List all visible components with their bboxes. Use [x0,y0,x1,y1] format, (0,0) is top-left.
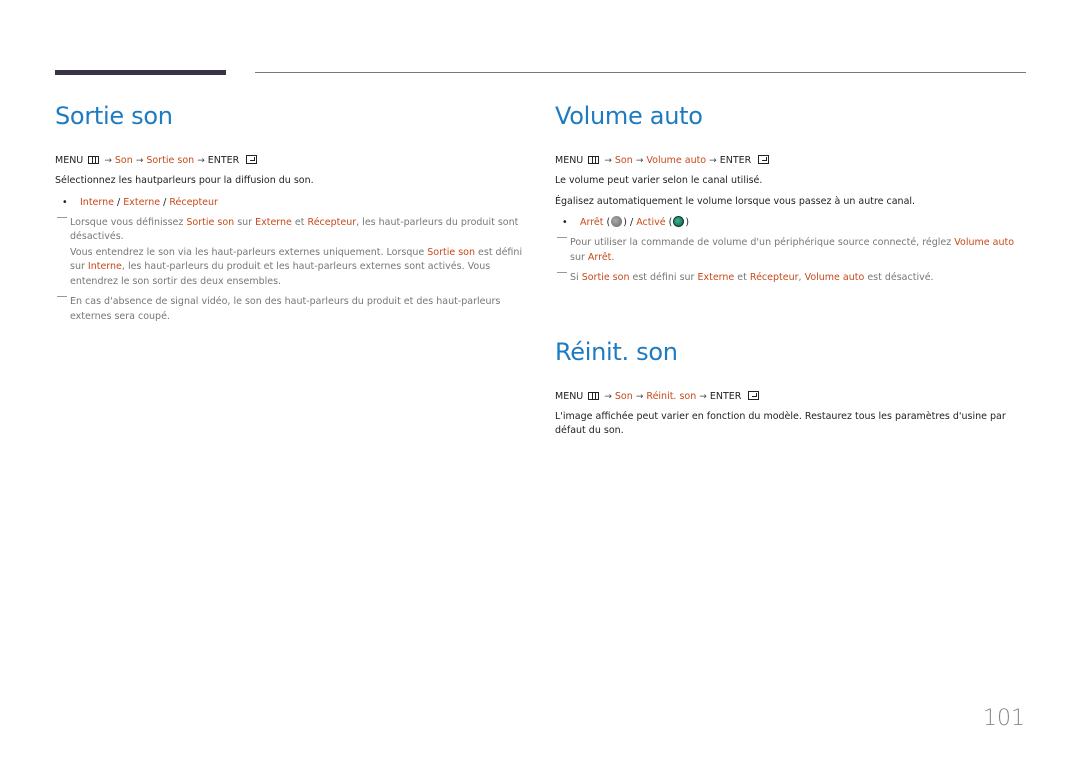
header-rule [255,72,1026,73]
enter-label: ENTER [207,155,240,166]
section-reinit-son: Réinit. son MENU → Son → Réinit. son → E… [555,336,1025,439]
path-item: Réinit. son [646,390,697,402]
path-son: Son [114,155,133,166]
arrow-icon: → [104,156,112,166]
note-dash-icon [57,296,67,297]
description: Le volume peut varier selon le canal uti… [555,175,763,186]
menu-label: MENU [555,155,584,166]
option-recepteur: Récepteur [169,196,218,208]
note: Si Sortie son est défini sur Externe et … [555,271,1025,286]
toggle-on-icon [673,216,685,227]
menu-icon [88,156,100,164]
enter-label: ENTER [709,390,742,402]
option-externe: Externe [123,196,161,208]
section-title: Sortie son [55,102,173,130]
options-list: Interne / Externe / Récepteur [55,196,525,210]
option-interne: Interne [80,196,114,208]
menu-icon [588,156,600,164]
arrow-icon: → [709,156,717,166]
enter-icon [246,155,258,164]
arrow-icon: → [635,156,644,166]
note-dash-icon [557,237,567,238]
menu-path: MENU → Son → Volume auto → ENTER [555,154,1025,168]
option-active: Activé [636,217,666,228]
note: En cas d'absence de signal vidéo, le son… [55,295,525,324]
arrow-icon: → [635,391,644,402]
page-number: 101 [983,706,1025,731]
note-dash-icon [57,216,67,218]
enter-icon [748,390,760,400]
note-dash-icon [557,272,567,273]
section-title: Réinit. son [555,337,678,366]
description: Égalisez automatiquement le volume lorsq… [555,195,916,207]
enter-label: ENTER [719,155,752,166]
arrow-icon: → [604,156,612,166]
menu-icon [588,391,600,400]
option-arret: Arrêt [580,217,604,228]
menu-label: MENU [555,390,584,402]
section-sortie-son: Sortie son MENU → Son → Sortie son → ENT… [55,100,525,324]
arrow-icon: → [604,391,612,402]
arrow-icon: → [135,156,144,166]
menu-label: MENU [55,155,84,166]
menu-path: MENU → Son → Réinit. son → ENTER [555,390,1025,404]
path-item: Sortie son [146,155,195,166]
path-son: Son [614,155,633,166]
path-item: Volume auto [646,155,707,166]
section-title: Volume auto [555,102,703,130]
description: Sélectionnez les hautparleurs pour la di… [55,175,314,186]
arrow-icon: → [197,156,205,166]
note: Lorsque vous définissez Sortie son sur E… [55,216,525,290]
enter-icon [758,155,770,164]
toggle-off-icon [611,216,623,227]
right-column: Volume auto MENU → Son → Volume auto → E… [555,100,1025,439]
menu-path: MENU → Son → Sortie son → ENTER [55,154,525,168]
options-list: Arrêt () / Activé () [555,216,1025,230]
path-son: Son [614,390,633,402]
header-accent-bar [55,70,226,75]
description: L'image affichée peut varier en fonction… [555,410,1006,437]
section-volume-auto: Volume auto MENU → Son → Volume auto → E… [555,100,1025,286]
arrow-icon: → [699,391,707,402]
note: Pour utiliser la commande de volume d'un… [555,236,1025,265]
